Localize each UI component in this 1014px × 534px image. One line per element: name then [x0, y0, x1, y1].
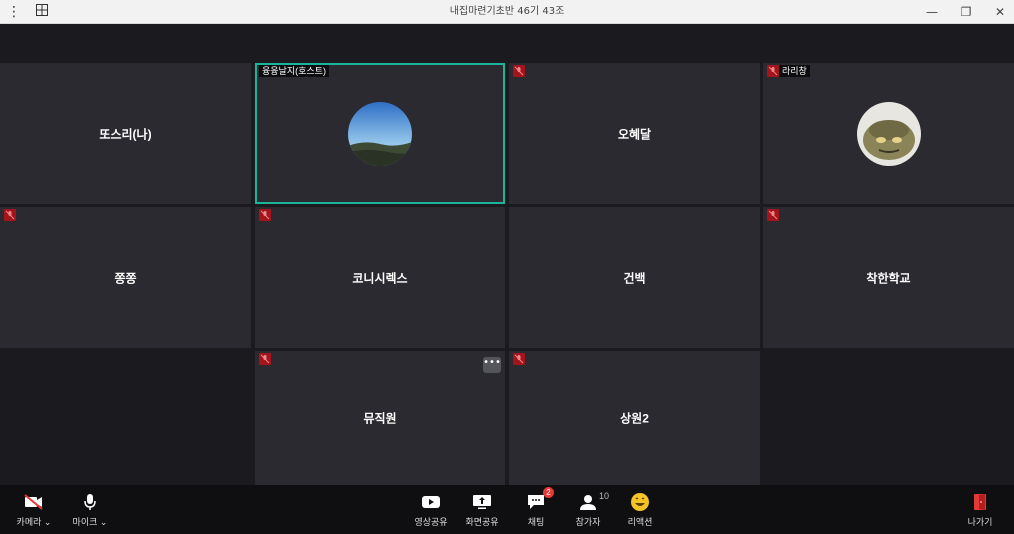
- participant-tile[interactable]: 또스리(나): [0, 63, 251, 204]
- participant-tile[interactable]: 착한학교: [763, 207, 1014, 348]
- screen-share-button[interactable]: 화면공유: [460, 485, 504, 534]
- participant-name: 건백: [623, 271, 646, 285]
- screen-share-label: 화면공유: [465, 517, 499, 527]
- camera-button[interactable]: 카메라 ⌄: [12, 485, 56, 534]
- title-bar: ⋮ 내집마련기초반 46기 43조 — ❐ ✕: [0, 0, 1014, 24]
- participant-name-tag: 라리창: [779, 65, 810, 77]
- participant-tile[interactable]: 쫑쫑: [0, 207, 251, 348]
- participants-button[interactable]: 10 참가자: [566, 485, 610, 534]
- empty-tile: [0, 351, 251, 485]
- mic-button[interactable]: 마이크 ⌄: [68, 485, 112, 534]
- leave-button[interactable]: 나가기: [958, 485, 1002, 534]
- participant-name-tag: 융융날지(호스트): [259, 65, 329, 77]
- mic-muted-icon: [513, 353, 525, 365]
- reaction-button[interactable]: 리액션: [618, 485, 662, 534]
- avatar: [856, 101, 921, 166]
- person-icon: 10: [579, 491, 609, 513]
- avatar: [348, 101, 412, 166]
- mic-muted-icon: [259, 209, 271, 221]
- participant-tile[interactable]: 오혜달: [509, 63, 760, 204]
- participant-tile-active-speaker[interactable]: 융융날지(호스트): [255, 63, 505, 204]
- participant-tile[interactable]: 코니시렉스: [255, 207, 505, 348]
- screen-share-icon: [472, 491, 492, 513]
- video-share-button[interactable]: 영상공유: [409, 485, 453, 534]
- camera-off-icon: [24, 491, 44, 513]
- chat-icon: 2: [526, 487, 554, 513]
- participant-name: 상원2: [620, 411, 649, 426]
- mic-label: 마이크 ⌄: [72, 517, 108, 527]
- restore-icon[interactable]: ❐: [958, 5, 974, 19]
- close-icon[interactable]: ✕: [992, 5, 1008, 19]
- participant-name: 또스리(나): [99, 127, 152, 141]
- participant-name: 코니시렉스: [352, 271, 408, 285]
- participant-tile[interactable]: 건백: [509, 207, 760, 348]
- participant-name: 쫑쫑: [114, 271, 137, 285]
- participants-label: 참가자: [575, 517, 601, 527]
- participant-tile[interactable]: 라리창: [763, 63, 1014, 204]
- meeting-toolbar: 카메라 ⌄ 마이크 ⌄ 영상공유 화면공유 2 채팅 10 참가자 리액션 나가…: [0, 485, 1014, 534]
- window-controls: — ❐ ✕: [924, 0, 1008, 24]
- participant-tile[interactable]: 상원2: [509, 351, 760, 485]
- window-title: 내집마련기초반 46기 43조: [449, 6, 565, 17]
- participant-name: 뮤직원: [363, 411, 397, 426]
- mic-muted-icon: [767, 209, 779, 221]
- more-options-button[interactable]: •••: [483, 357, 501, 373]
- participant-tile[interactable]: ••• 뮤직원: [255, 351, 505, 485]
- chat-unread-badge: 2: [543, 487, 554, 498]
- play-icon: [421, 491, 441, 513]
- emoji-icon: [630, 491, 650, 513]
- participants-count: 10: [598, 491, 609, 501]
- participant-name: 착한학교: [866, 271, 911, 285]
- mic-muted-icon: [259, 353, 271, 365]
- video-grid: 또스리(나) 융융날지(호스트) 오혜달 라리창 쫑쫑 코니시렉스 건백 착한학…: [0, 24, 1014, 485]
- mic-muted-icon: [513, 65, 525, 77]
- leave-label: 나가기: [967, 517, 993, 527]
- chat-label: 채팅: [527, 517, 545, 527]
- participant-name: 오혜달: [617, 127, 652, 141]
- chat-button[interactable]: 2 채팅: [514, 485, 558, 534]
- camera-label: 카메라 ⌄: [16, 517, 52, 527]
- video-share-label: 영상공유: [414, 517, 448, 527]
- reaction-label: 리액션: [627, 517, 653, 527]
- mic-muted-icon: [4, 209, 16, 221]
- mic-icon: [83, 491, 97, 513]
- mic-muted-icon: [767, 65, 779, 77]
- empty-tile: [763, 351, 1014, 485]
- exit-door-icon: [972, 491, 988, 513]
- minimize-icon[interactable]: —: [924, 5, 940, 19]
